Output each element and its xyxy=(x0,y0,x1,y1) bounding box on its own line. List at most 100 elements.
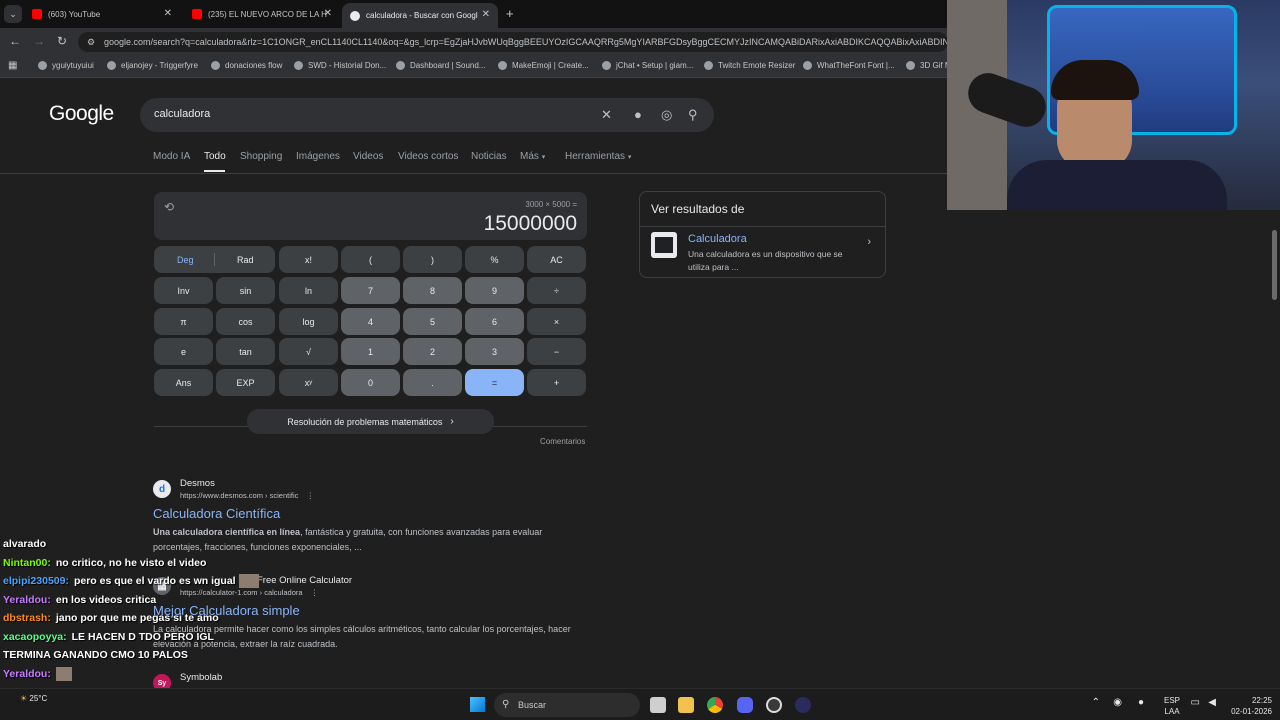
volume-icon[interactable]: ◀ xyxy=(1208,697,1216,708)
tab-shopping[interactable]: Shopping xyxy=(240,151,282,162)
page-scrollbar[interactable] xyxy=(1270,210,1280,688)
bookmark-item[interactable]: eljanojey - Triggerfyre xyxy=(107,61,198,70)
close-icon[interactable]: ✕ xyxy=(324,8,332,19)
tab-youtube-1[interactable]: (603) YouTube ✕ xyxy=(24,0,180,28)
decimal-key[interactable]: . xyxy=(403,369,462,396)
address-bar[interactable]: ⚙ google.com/search?q=calculadora&rlz=1C… xyxy=(78,32,948,52)
tab-noticias[interactable]: Noticias xyxy=(471,151,507,162)
deg-button[interactable]: Deg xyxy=(177,255,194,265)
bookmark-item[interactable]: 3D Gif M xyxy=(906,61,952,70)
rad-button[interactable]: Rad xyxy=(237,255,254,265)
mic-tray-icon[interactable]: ● xyxy=(1138,697,1144,708)
more-options-icon[interactable]: ⋮ xyxy=(311,588,319,597)
divide-key[interactable]: ÷ xyxy=(527,277,586,304)
e-key[interactable]: e xyxy=(154,338,213,365)
key-3[interactable]: 3 xyxy=(465,338,524,365)
pi-key[interactable]: π xyxy=(154,308,213,335)
tab-youtube-2[interactable]: (235) EL NUEVO ARCO DE LA H ✕ xyxy=(184,0,340,28)
feedback-link[interactable]: Comentarios xyxy=(540,437,585,446)
sqrt-key[interactable]: √ xyxy=(279,338,338,365)
site-info-icon[interactable]: ⚙ xyxy=(87,32,95,52)
key-7[interactable]: 7 xyxy=(341,277,400,304)
forward-icon[interactable]: → xyxy=(33,34,45,48)
more-options-icon[interactable]: ⋮ xyxy=(306,491,314,500)
tab-videos-cortos[interactable]: Videos cortos xyxy=(398,151,458,162)
rparen-key[interactable]: ) xyxy=(403,246,462,273)
tab-mas[interactable]: Más ▾ xyxy=(520,151,545,162)
tab-imagenes[interactable]: Imágenes xyxy=(296,151,340,162)
close-icon[interactable]: ✕ xyxy=(164,8,172,19)
reload-icon[interactable]: ↻ xyxy=(57,34,67,48)
tray-overflow-icon[interactable]: ⌃ xyxy=(1092,697,1100,708)
key-0[interactable]: 0 xyxy=(341,369,400,396)
tab-modo-ia[interactable]: Modo IA xyxy=(153,151,190,162)
weather-widget[interactable]: ☀ 25°C xyxy=(20,694,47,703)
math-solver-button[interactable]: Resolución de problemas matemáticos › xyxy=(247,409,494,434)
factorial-key[interactable]: x! xyxy=(279,246,338,273)
windows-start-icon[interactable] xyxy=(470,697,485,712)
close-icon[interactable]: ✕ xyxy=(482,9,490,20)
key-2[interactable]: 2 xyxy=(403,338,462,365)
discord-icon[interactable] xyxy=(737,697,753,713)
ln-key[interactable]: ln xyxy=(279,277,338,304)
tab-todo[interactable]: Todo xyxy=(204,151,226,162)
key-1[interactable]: 1 xyxy=(341,338,400,365)
percent-key[interactable]: % xyxy=(465,246,524,273)
search-box[interactable]: calculadora ✕ ● ◎ ⚲ xyxy=(140,98,714,132)
chrome-icon[interactable] xyxy=(707,697,723,713)
bookmark-item[interactable]: SWD - Historial Don... xyxy=(294,61,386,70)
lparen-key[interactable]: ( xyxy=(341,246,400,273)
multiply-key[interactable]: × xyxy=(527,308,586,335)
log-key[interactable]: log xyxy=(279,308,338,335)
language-indicator[interactable]: ESP LAA xyxy=(1164,695,1180,717)
tab-herramientas[interactable]: Herramientas ▾ xyxy=(565,151,631,162)
back-icon[interactable]: ← xyxy=(9,34,21,48)
key-9[interactable]: 9 xyxy=(465,277,524,304)
bookmark-item[interactable]: MakeEmoji | Create... xyxy=(498,61,589,70)
bookmark-item[interactable]: donaciones flow xyxy=(211,61,282,70)
key-8[interactable]: 8 xyxy=(403,277,462,304)
network-icon[interactable]: ◉ xyxy=(1113,697,1122,708)
tab-videos[interactable]: Videos xyxy=(353,151,383,162)
ans-key[interactable]: Ans xyxy=(154,369,213,396)
taskbar-search[interactable]: ⚲ Buscar xyxy=(494,693,640,717)
tan-key[interactable]: tan xyxy=(216,338,275,365)
clock[interactable]: 22:25 02-01-2026 xyxy=(1231,695,1272,717)
chevron-right-icon[interactable]: › xyxy=(867,236,871,248)
bookmark-item[interactable]: yguiytuyuiui xyxy=(38,61,94,70)
file-explorer-icon[interactable] xyxy=(678,697,694,713)
key-6[interactable]: 6 xyxy=(465,308,524,335)
new-tab-icon[interactable]: + xyxy=(506,6,514,21)
power-key[interactable]: xʸ xyxy=(279,369,338,396)
apps-icon[interactable]: ▦ xyxy=(8,60,17,71)
tab-google-calculadora[interactable]: calculadora - Buscar con Googl ✕ xyxy=(342,3,498,28)
bookmark-item[interactable]: WhatTheFont Font |... xyxy=(803,61,895,70)
app-icon[interactable] xyxy=(795,697,811,713)
key-5[interactable]: 5 xyxy=(403,308,462,335)
sin-key[interactable]: sin xyxy=(216,277,275,304)
history-icon[interactable]: ⟲ xyxy=(164,200,174,214)
exp-key[interactable]: EXP xyxy=(216,369,275,396)
search-icon[interactable]: ⚲ xyxy=(688,107,698,123)
google-logo[interactable]: Google xyxy=(49,102,114,126)
inv-key[interactable]: Inv xyxy=(154,277,213,304)
plus-key[interactable]: + xyxy=(527,369,586,396)
panel-link[interactable]: Calculadora xyxy=(688,233,747,245)
tab-search-button[interactable]: ⌄ xyxy=(4,5,22,23)
bookmark-item[interactable]: Twitch Emote Resizer xyxy=(704,61,795,70)
key-4[interactable]: 4 xyxy=(341,308,400,335)
bookmark-item[interactable]: Dashboard | Sound... xyxy=(396,61,485,70)
calculator-thumbnail[interactable] xyxy=(651,232,677,258)
display-icon[interactable]: ▭ xyxy=(1191,697,1200,708)
bookmark-item[interactable]: jChat • Setup | giam... xyxy=(602,61,693,70)
minus-key[interactable]: − xyxy=(527,338,586,365)
result-title-link[interactable]: Calculadora Científica xyxy=(153,506,280,521)
equals-key[interactable]: = xyxy=(465,369,524,396)
obs-icon[interactable] xyxy=(766,697,782,713)
lens-icon[interactable]: ◎ xyxy=(661,107,672,123)
mic-icon[interactable]: ● xyxy=(634,107,642,122)
scrollbar-thumb[interactable] xyxy=(1272,230,1277,300)
search-input[interactable]: calculadora xyxy=(154,108,210,120)
clear-icon[interactable]: ✕ xyxy=(601,107,612,123)
ac-key[interactable]: AC xyxy=(527,246,586,273)
